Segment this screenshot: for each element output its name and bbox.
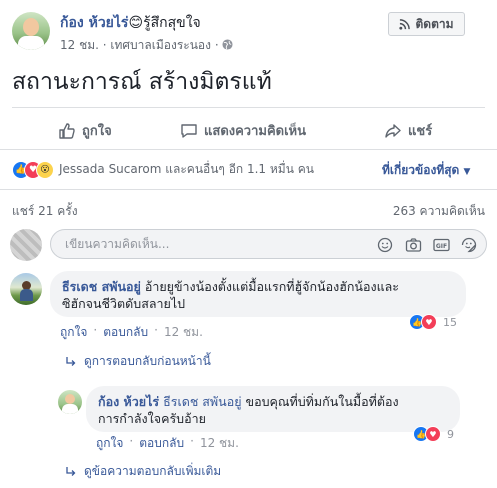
commenter-avatar[interactable] — [10, 273, 42, 305]
reply-reaction-count: 9 — [447, 427, 454, 441]
comment-bubble: ธีรเดช สพันอยู่ อ้ายยูข้างน้องตั้งแต่มื้… — [50, 271, 466, 317]
reply-bubble: ก้อง ห้วยไร่ ธีรเดช สพันอยู่ ขอบคุณที่บ่… — [86, 386, 460, 432]
comment-reactions[interactable]: 👍 ♥ 15 — [409, 314, 457, 330]
more-replies-link[interactable]: ดูข้อความตอบกลับเพิ่มเติม — [66, 462, 221, 481]
previous-replies-label: ดูการตอบกลับก่อนหน้านี้ — [84, 354, 211, 368]
emoji-icon[interactable] — [376, 236, 394, 254]
post-text: สถานะการณ์ สร้างมิตรแท้ — [12, 69, 272, 95]
svg-text:GIF: GIF — [435, 243, 446, 250]
author-name[interactable]: ก้อง ห้วยไร่ — [60, 15, 128, 31]
comment-text-line1: อ้ายยูข้างน้องตั้งแต่มื้อแรกที่ฮู้จักน้อ… — [144, 279, 399, 294]
comment-count[interactable]: 263 ความคิดเห็น — [393, 202, 485, 221]
smile-emoji-icon: 😊 — [128, 15, 144, 31]
comment-input-tools: GIF — [376, 236, 478, 254]
sticker-icon[interactable] — [460, 236, 478, 254]
reply-text-line2: การกำลังใจครับอ้าย — [98, 411, 206, 426]
follow-button[interactable]: ติดตาม — [388, 12, 465, 36]
comment-actions: ถูกใจ · ตอบกลับ · 12 ชม. — [60, 323, 203, 342]
comment-time[interactable]: 12 ชม. — [164, 323, 203, 342]
comment-like-link[interactable]: ถูกใจ — [60, 323, 87, 342]
comment-input-box[interactable]: GIF — [50, 229, 487, 259]
reply-mention[interactable]: ธีรเดช สพันอยู่ — [163, 394, 241, 409]
more-replies-label: ดูข้อความตอบกลับเพิ่มเติม — [84, 464, 222, 478]
reply-arrow-icon — [66, 356, 76, 366]
post-meta: 12 ชม. · เทศบาลเมืองระนอง · — [60, 36, 234, 55]
reply-arrow-icon — [66, 466, 76, 476]
share-arrow-icon — [385, 123, 401, 138]
commenter-name[interactable]: ธีรเดช สพันอยู่ — [62, 279, 141, 294]
divider — [0, 189, 497, 190]
gif-icon[interactable]: GIF — [432, 236, 450, 254]
post-time[interactable]: 12 ชม. — [60, 38, 99, 52]
reply-reply-link[interactable]: ตอบกลับ — [139, 434, 184, 453]
love-reaction-icon: ♥ — [425, 426, 441, 442]
thumbs-up-icon — [59, 122, 75, 139]
comment-text-line2: ซิฮักจนชีวิตดับสลายไป — [62, 296, 186, 311]
reply-actions: ถูกใจ · ตอบกลับ · 12 ชม. — [96, 434, 239, 453]
previous-replies-link[interactable]: ดูการตอบกลับก่อนหน้านี้ — [66, 352, 211, 371]
post-author-line: ก้อง ห้วยไร่😊รู้สึกสุขใจ — [60, 12, 201, 34]
like-label: ถูกใจ — [82, 124, 112, 139]
share-button[interactable]: แชร์ — [384, 120, 432, 141]
love-reaction-icon: ♥ — [421, 314, 437, 330]
follow-label: ติดตาม — [415, 16, 454, 31]
reply-author-name[interactable]: ก้อง ห้วยไร่ — [98, 394, 159, 409]
like-button[interactable]: ถูกใจ — [58, 120, 112, 141]
comment-bubble-icon — [181, 123, 197, 138]
post-location[interactable]: เทศบาลเมืองระนอง — [110, 38, 211, 52]
chevron-down-icon: ▼ — [463, 167, 471, 177]
globe-icon — [222, 39, 234, 50]
sort-label: ที่เกี่ยวข้องที่สุด — [382, 163, 460, 177]
reaction-icons: 👍 ♥ 😮 — [12, 160, 54, 179]
reply-like-link[interactable]: ถูกใจ — [96, 434, 123, 453]
reply-text-line1: ขอบคุณที่บ่ทิ่มกันในมื้อที่ต้อง — [245, 394, 399, 409]
feeling-text: รู้สึกสุขใจ — [143, 15, 201, 31]
comment-label: แสดงความคิดเห็น — [204, 124, 307, 139]
reply-author-avatar[interactable] — [58, 390, 82, 414]
sort-dropdown[interactable]: ที่เกี่ยวข้องที่สุด ▼ — [382, 161, 470, 180]
wow-reaction-icon: 😮 — [36, 160, 54, 179]
reactions-summary[interactable]: 👍 ♥ 😮 Jessada Sucarom และคนอื่นๆ อีก 1.1… — [12, 160, 314, 179]
comment-input[interactable] — [63, 236, 367, 252]
reply-time[interactable]: 12 ชม. — [200, 434, 239, 453]
divider — [12, 107, 485, 108]
rss-icon — [399, 18, 411, 30]
comment-reply-link[interactable]: ตอบกลับ — [103, 323, 148, 342]
share-label: แชร์ — [408, 124, 433, 139]
current-user-avatar — [10, 229, 42, 261]
reply-reactions[interactable]: 👍 ♥ 9 — [413, 426, 454, 442]
divider — [0, 149, 497, 150]
comment-reaction-count: 15 — [443, 315, 457, 329]
comment-button[interactable]: แสดงความคิดเห็น — [180, 120, 306, 141]
reactions-text: Jessada Sucarom และคนอื่นๆ อีก 1.1 หมื่น… — [59, 162, 314, 176]
share-count[interactable]: แชร์ 21 ครั้ง — [12, 202, 78, 221]
camera-icon[interactable] — [404, 236, 422, 254]
author-avatar[interactable] — [12, 12, 50, 50]
